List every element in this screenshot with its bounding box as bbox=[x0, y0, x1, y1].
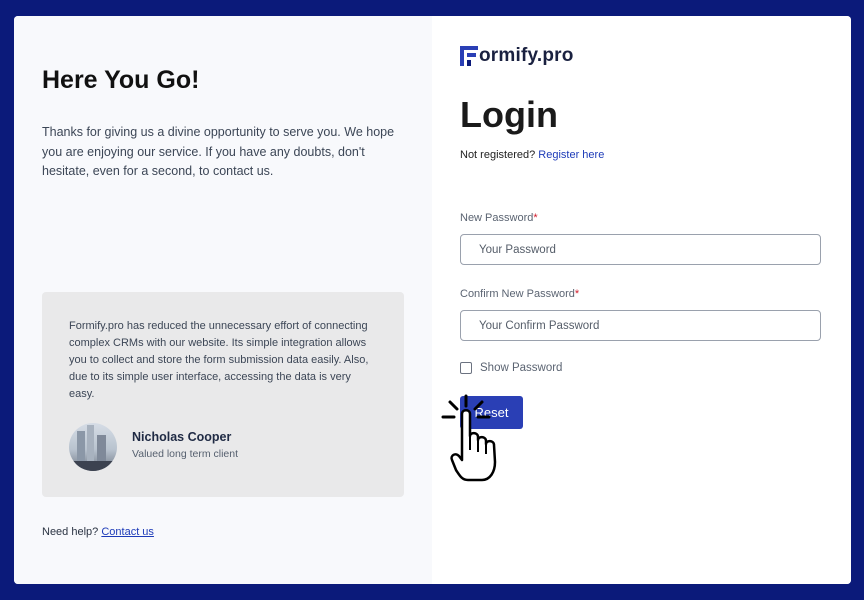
avatar bbox=[69, 423, 117, 471]
login-card: Here You Go! Thanks for giving us a divi… bbox=[14, 16, 851, 584]
login-panel: ormify.pro Login Not registered? Registe… bbox=[432, 16, 851, 584]
register-row: Not registered? Register here bbox=[460, 149, 604, 161]
formify-logo-icon bbox=[460, 46, 478, 66]
testimonial-card: Formify.pro has reduced the unnecessary … bbox=[42, 292, 404, 497]
page-title: Login bbox=[460, 94, 558, 135]
info-panel: Here You Go! Thanks for giving us a divi… bbox=[14, 16, 432, 584]
show-password-checkbox[interactable] bbox=[460, 362, 472, 374]
client-name: Nicholas Cooper bbox=[132, 430, 232, 444]
show-password-label: Show Password bbox=[480, 362, 563, 374]
new-password-field[interactable] bbox=[460, 234, 821, 265]
register-prefix: Not registered? bbox=[460, 149, 536, 161]
testimonial-quote: Formify.pro has reduced the unnecessary … bbox=[69, 320, 369, 400]
confirm-password-field[interactable] bbox=[460, 310, 821, 341]
logo-text: ormify.pro bbox=[479, 45, 574, 66]
brand-logo: ormify.pro bbox=[460, 44, 574, 68]
intro-text: Thanks for giving us a divine opportunit… bbox=[42, 125, 395, 178]
welcome-heading: Here You Go! bbox=[42, 66, 200, 94]
contact-us-link[interactable]: Contact us bbox=[101, 526, 154, 538]
register-link[interactable]: Register here bbox=[538, 149, 604, 161]
new-password-label: New Password* bbox=[460, 212, 538, 224]
confirm-password-label: Confirm New Password* bbox=[460, 288, 580, 300]
show-password-row[interactable]: Show Password bbox=[460, 362, 562, 374]
client-role: Valued long term client bbox=[132, 448, 239, 460]
help-text: Need help? bbox=[42, 526, 99, 538]
hand-pointer-cursor-icon bbox=[441, 394, 497, 482]
help-row: Need help? Contact us bbox=[42, 526, 154, 538]
